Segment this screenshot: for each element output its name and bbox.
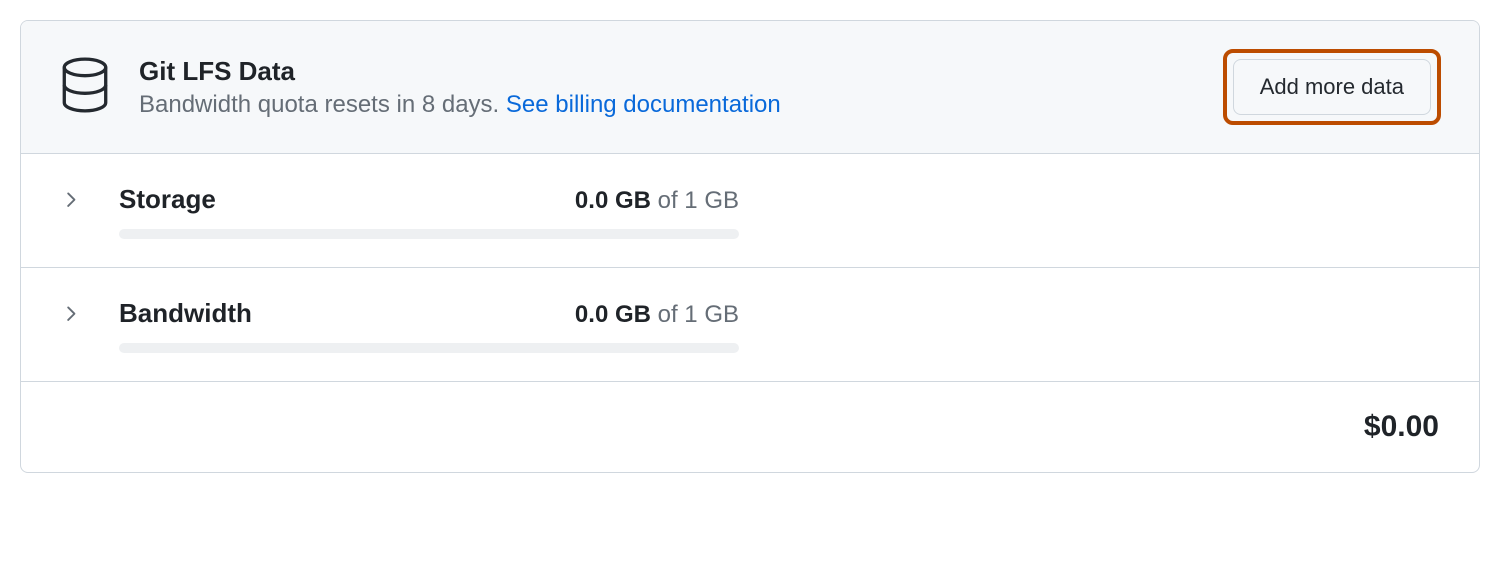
git-lfs-data-card: Git LFS Data Bandwidth quota resets in 8… <box>20 20 1480 473</box>
usage-of: of 1 GB <box>651 187 739 214</box>
add-more-data-button[interactable]: Add more data <box>1233 59 1431 115</box>
usage-value: 0.0 GB of 1 GB <box>575 301 739 329</box>
chevron-right-icon[interactable] <box>61 304 81 329</box>
usage-content: Bandwidth 0.0 GB of 1 GB <box>119 298 739 353</box>
usage-value: 0.0 GB of 1 GB <box>575 187 739 215</box>
usage-used: 0.0 GB <box>575 301 651 328</box>
add-more-data-highlight: Add more data <box>1223 49 1441 125</box>
card-footer: $0.00 <box>21 382 1479 472</box>
usage-content: Storage 0.0 GB of 1 GB <box>119 184 739 239</box>
header-text: Git LFS Data Bandwidth quota resets in 8… <box>139 56 1223 119</box>
usage-top: Storage 0.0 GB of 1 GB <box>119 184 739 215</box>
usage-of: of 1 GB <box>651 301 739 328</box>
usage-row-storage: Storage 0.0 GB of 1 GB <box>21 154 1479 268</box>
billing-docs-link[interactable]: See billing documentation <box>506 91 781 118</box>
card-subtitle: Bandwidth quota resets in 8 days. See bi… <box>139 91 1223 119</box>
database-icon <box>59 56 111 119</box>
progress-bar <box>119 229 739 239</box>
chevron-right-icon[interactable] <box>61 190 81 215</box>
card-header: Git LFS Data Bandwidth quota resets in 8… <box>21 21 1479 154</box>
usage-row-bandwidth: Bandwidth 0.0 GB of 1 GB <box>21 268 1479 382</box>
usage-used: 0.0 GB <box>575 187 651 214</box>
usage-label: Storage <box>119 184 216 215</box>
usage-top: Bandwidth 0.0 GB of 1 GB <box>119 298 739 329</box>
usage-label: Bandwidth <box>119 298 252 329</box>
subtitle-text: Bandwidth quota resets in 8 days. <box>139 91 506 118</box>
progress-bar <box>119 343 739 353</box>
card-title: Git LFS Data <box>139 56 1223 87</box>
total-amount: $0.00 <box>1364 410 1439 443</box>
